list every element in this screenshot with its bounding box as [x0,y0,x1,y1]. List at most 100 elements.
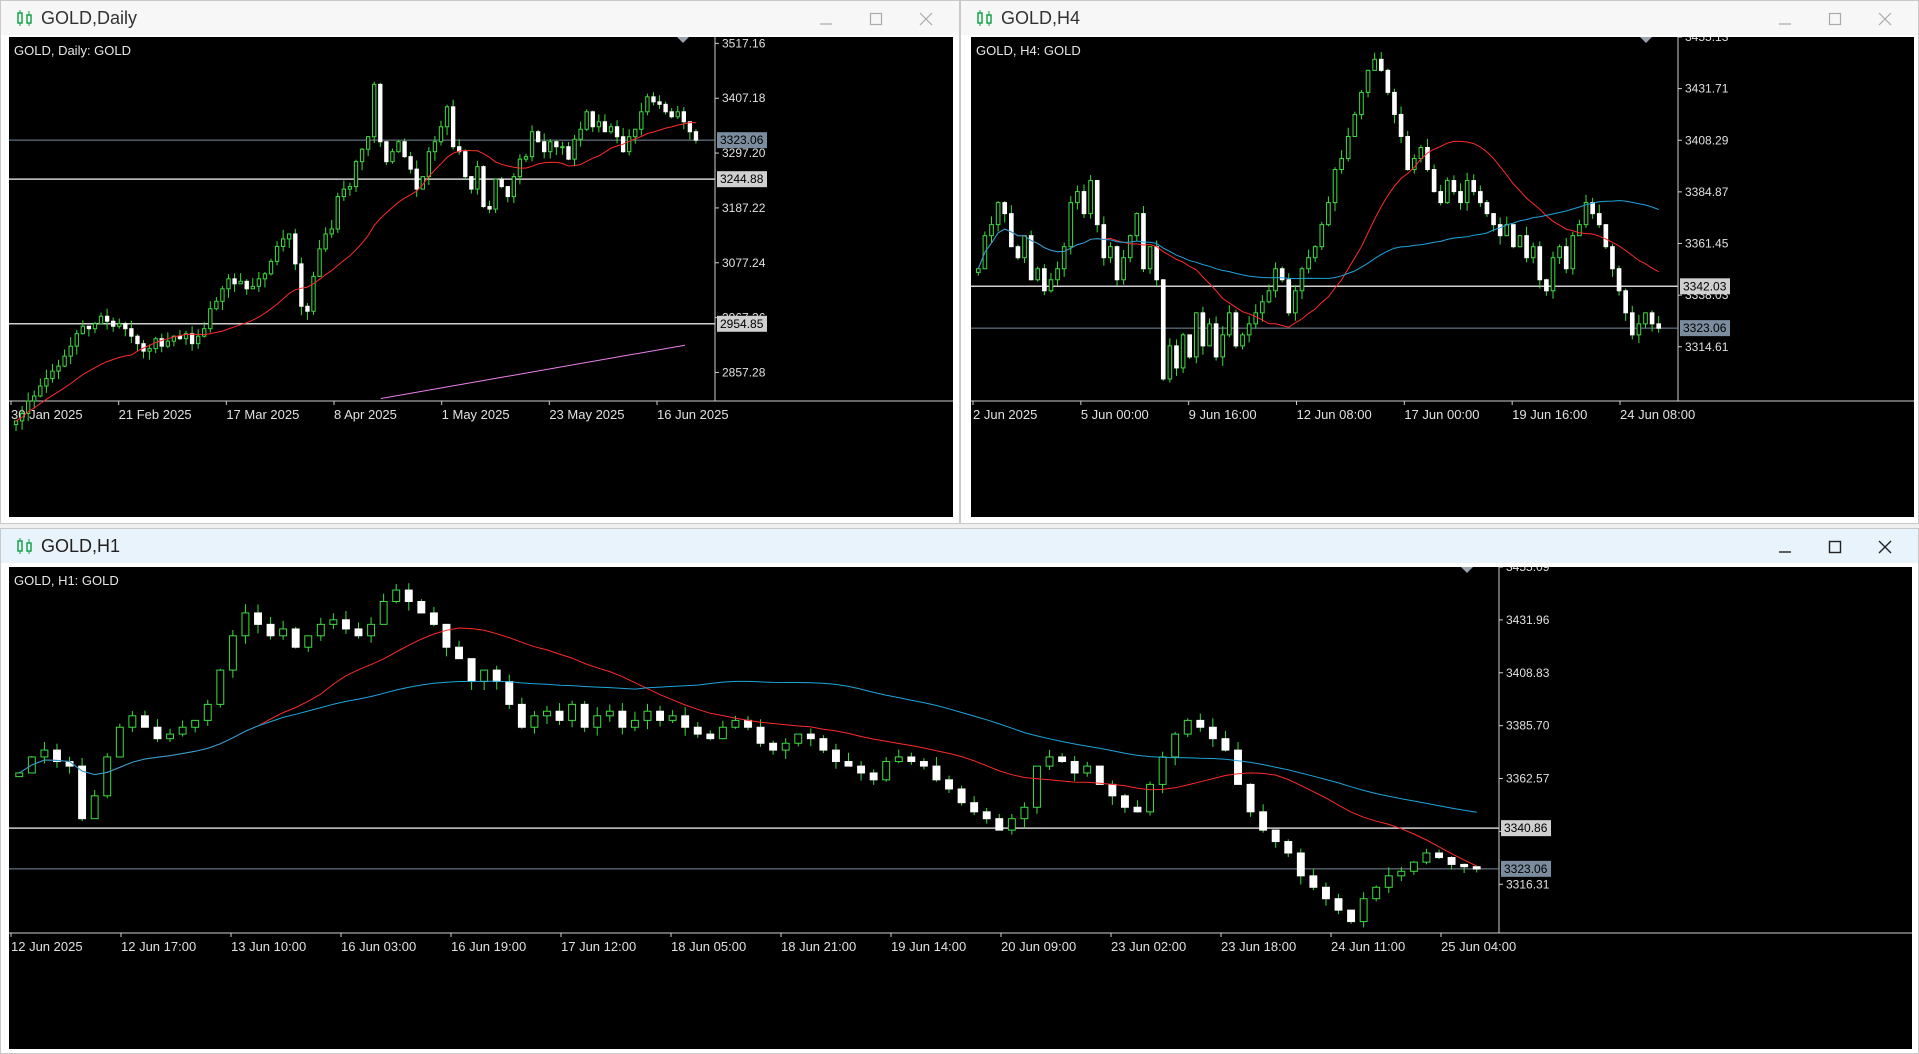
bull-candle [347,186,353,190]
price-tick-label: 3361.45 [1685,237,1729,251]
price-chart[interactable]: 3455.13 3431.71 3408.29 3384.87 3361.45 3338.… [971,37,1914,517]
bear-candle [657,101,662,105]
close-button[interactable] [913,7,939,31]
bear-candle [1081,191,1087,215]
bull-candle [568,703,577,721]
bull-candle [1312,246,1318,259]
bull-candle [1293,290,1298,314]
bull-candle [1045,756,1054,767]
bull-candle [1583,202,1589,226]
time-tick-label: 18 Jun 21:00 [781,939,856,954]
bear-candle [1070,761,1079,774]
window-titlebar[interactable]: GOLD,H4 [961,1,1918,35]
bull-candle [1266,290,1272,303]
bull-candle [323,233,328,250]
close-icon [1878,12,1892,26]
candles-group [975,52,1662,383]
bear-candle [566,146,571,160]
time-tick-label: 25 Jun 04:00 [1441,939,1516,954]
bull-candle [274,245,280,262]
bull-candle [15,772,24,778]
bull-candle [639,111,644,130]
chart-shift-marker-icon [1461,567,1473,573]
close-button[interactable] [1872,535,1898,559]
minimize-button[interactable] [1772,7,1798,31]
bear-candle [299,263,304,307]
bear-candle [1603,224,1609,248]
bull-candle [1227,312,1232,336]
bear-candle [129,328,134,337]
bear-candle [417,600,426,614]
time-tick-label: 21 Feb 2025 [119,407,192,422]
bear-candle [1596,213,1602,226]
candlestick-plot[interactable]: 3455.093431.963408.833385.703362.573339.… [9,567,1912,1049]
bear-candle [982,811,991,820]
time-tick-label: 12 Jun 2025 [11,939,83,954]
maximize-button[interactable] [863,7,889,31]
bear-candle [517,703,526,728]
time-tick-label: 8 Apr 2025 [334,407,397,422]
bull-candle [1464,180,1470,204]
candlestick-plot[interactable]: 3455.133431.713408.293384.873361.453338.… [971,37,1914,517]
maximize-button[interactable] [1822,7,1848,31]
bear-candle [455,646,463,660]
price-tick-label: 3385.70 [1506,719,1550,733]
bull-candle [1108,246,1113,259]
bear-candle [1133,806,1142,813]
bull-candle [1372,58,1377,71]
bear-candle [1398,113,1404,137]
price-tick-label: 3455.13 [1685,37,1729,44]
price-chart[interactable]: 3455.093431.963408.833385.703362.573339.… [9,567,1912,1049]
chart-window-gold-h1[interactable]: GOLD,H1 3455.09 3431.96 3408.83 3385.70 3362… [0,528,1919,1054]
bull-candle [304,635,313,648]
bear-candle [744,719,752,728]
bull-candle [1158,756,1167,785]
bear-candle [663,103,668,113]
bear-candle [1563,246,1569,270]
bear-candle [402,141,407,158]
chart-symbol-label: GOLD, H1: GOLD [14,573,119,588]
minimize-button[interactable] [1772,535,1798,559]
bull-candle [995,202,1001,226]
window-titlebar[interactable]: GOLD,Daily [1,1,959,35]
bear-candle [1385,69,1391,93]
close-button[interactable] [1872,7,1898,31]
time-tick-label: 12 Jun 08:00 [1297,407,1372,422]
bull-candle [1352,113,1358,137]
time-tick-label: 16 Jun 03:00 [341,939,416,954]
bull-candle [1134,213,1140,237]
maximize-icon [1828,12,1842,26]
maximize-button[interactable] [1822,535,1848,559]
bear-candle [53,749,61,763]
bear-candle [1154,246,1159,281]
candlestick-plot[interactable]: 3517.163407.183297.203187.223077.242967.… [9,37,953,517]
bear-candle [254,612,262,625]
chart-window-gold-daily[interactable]: GOLD,Daily 3517.16 3407.18 3297.20 3187.22 3… [0,0,960,524]
maximize-icon [1828,540,1842,554]
minimize-button[interactable] [813,7,839,31]
bull-candle [1220,334,1226,358]
bear-candle [995,818,1004,831]
chart-shift-marker-icon [1640,37,1652,43]
bear-candle [1028,235,1034,281]
bear-candle [189,333,195,345]
chart-window-gold-h4[interactable]: GOLD,H4 3455.13 3431.71 3408.29 3384.87 3361… [960,0,1919,524]
bull-candle [74,333,79,347]
bull-candle [147,348,152,352]
window-titlebar[interactable]: GOLD,H1 [1,529,1918,563]
bear-candle [907,756,916,763]
bear-candle [1378,58,1384,71]
bear-candle [244,280,249,290]
price-tick-label: 2857.28 [722,365,766,379]
bull-candle [178,726,187,735]
bear-candle [429,612,438,625]
bull-candle [1180,334,1186,369]
price-chart[interactable]: 3517.163407.183297.203187.223077.242967.… [9,37,953,517]
bull-candle [40,749,49,758]
bull-candle [1167,345,1173,380]
bear-candle [618,710,627,728]
bull-candle [1048,279,1054,292]
bear-candle [463,151,468,178]
time-tick-label: 24 Jun 08:00 [1620,407,1695,422]
bull-candle [1550,257,1556,292]
